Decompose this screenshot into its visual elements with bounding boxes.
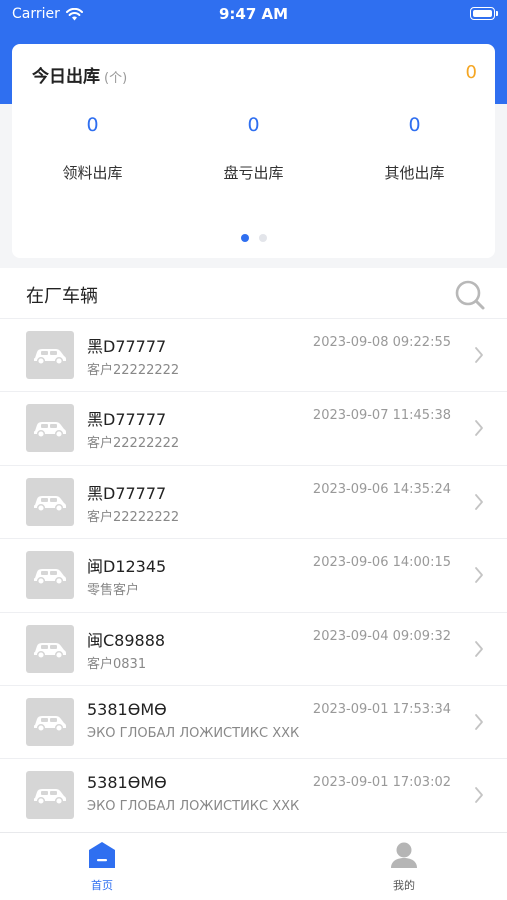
chevron-right-icon bbox=[475, 567, 483, 584]
vehicle-row[interactable]: 闽D12345 零售客户 2023-09-06 14:00:15 bbox=[0, 538, 507, 611]
tab-label: 首页 bbox=[91, 879, 113, 892]
stat-material-outbound[interactable]: 0 领料出库 bbox=[12, 114, 173, 183]
chevron-right-icon bbox=[475, 420, 483, 437]
page-indicator[interactable] bbox=[12, 234, 495, 242]
vehicle-list: 黑D77777 客户22222222 2023-09-08 09:22:55 黑D77… bbox=[0, 318, 507, 832]
chevron-right-icon bbox=[475, 714, 483, 730]
car-icon bbox=[26, 697, 74, 746]
vehicle-plate: 闽D12345 bbox=[87, 557, 167, 577]
vehicle-time: 2023-09-06 14:00:15 bbox=[312, 555, 451, 571]
home-icon bbox=[89, 842, 115, 868]
vehicle-customer: 客户22222222 bbox=[87, 436, 180, 452]
vehicle-customer: 客户0831 bbox=[87, 656, 147, 672]
stat-value: 0 bbox=[247, 114, 260, 136]
vehicle-plate: 黑D77777 bbox=[87, 410, 167, 430]
stat-value: 0 bbox=[408, 114, 421, 136]
vehicle-row[interactable]: 5381ӨМӨ ЭКО ГЛОБАЛ ЛОЖИСТИКС ХХК 2023-09-0… bbox=[0, 684, 507, 758]
page-dot-active[interactable] bbox=[240, 234, 249, 242]
stat-label: 其他出库 bbox=[384, 164, 445, 182]
vehicle-time: 2023-09-01 17:53:34 bbox=[312, 701, 451, 717]
tab-mine[interactable]: 我的 bbox=[364, 841, 444, 893]
vehicle-plate: 黑D77777 bbox=[87, 337, 167, 356]
stat-label: 盘亏出库 bbox=[223, 164, 284, 182]
vehicle-time: 2023-09-04 09:09:32 bbox=[312, 628, 451, 644]
car-icon bbox=[26, 624, 74, 673]
vehicle-time: 2023-09-06 14:35:24 bbox=[312, 481, 451, 497]
vehicle-row[interactable]: 闽C89888 客户0831 2023-09-04 09:09:32 bbox=[0, 611, 507, 685]
vehicle-customer: ЭКО ГЛОБАЛ ЛОЖИСТИКС ХХК bbox=[87, 799, 300, 815]
vehicle-customer: 零售客户 bbox=[87, 583, 140, 599]
app-screen: Carrier 9:47 AM 今日出库 (个) 0 0 领料出库 0 盘亏出库 … bbox=[0, 0, 507, 900]
car-icon bbox=[26, 404, 74, 453]
vehicles-header: 在厂车辆 bbox=[0, 268, 507, 318]
tab-label: 我的 bbox=[393, 879, 415, 892]
vehicle-row[interactable]: 黑D77777 客户22222222 2023-09-06 14:35:24 bbox=[0, 464, 507, 538]
vehicle-customer: 客户22222222 bbox=[87, 509, 180, 525]
stat-value: 0 bbox=[86, 114, 99, 136]
status-bar: Carrier 9:47 AM bbox=[0, 0, 507, 30]
vehicle-plate: 黑D77777 bbox=[87, 483, 167, 503]
vehicle-row[interactable]: 黑D77777 客户22222222 2023-09-08 09:22:55 bbox=[0, 318, 507, 391]
vehicle-row[interactable]: 5381ӨМӨ ЭКО ГЛОБАЛ ЛОЖИСТИКС ХХК 2023-09-0… bbox=[0, 758, 507, 831]
chevron-right-icon bbox=[475, 640, 483, 657]
vehicle-plate: 5381ӨМӨ bbox=[87, 773, 167, 793]
car-icon bbox=[26, 551, 74, 600]
vehicle-time: 2023-09-08 09:22:55 bbox=[312, 335, 451, 350]
summary-unit: (个) bbox=[104, 71, 128, 86]
summary-total: 0 bbox=[465, 62, 477, 83]
vehicles-title: 在厂车辆 bbox=[26, 286, 98, 307]
vehicle-plate: 5381ӨМӨ bbox=[87, 699, 167, 719]
vehicle-plate: 闽C89888 bbox=[87, 630, 166, 650]
vehicle-time: 2023-09-07 11:45:38 bbox=[312, 408, 451, 424]
vehicle-time: 2023-09-01 17:03:02 bbox=[312, 775, 451, 791]
car-icon bbox=[26, 771, 74, 820]
battery-icon bbox=[470, 7, 498, 20]
summary-title-text: 今日出库 bbox=[32, 67, 100, 87]
stat-other-outbound[interactable]: 0 其他出库 bbox=[334, 114, 495, 183]
status-time: 9:47 AM bbox=[218, 5, 289, 23]
stat-loss-outbound[interactable]: 0 盘亏出库 bbox=[173, 114, 334, 183]
car-icon bbox=[26, 477, 74, 526]
user-icon bbox=[391, 842, 417, 868]
chevron-right-icon bbox=[475, 493, 483, 510]
stat-label: 领料出库 bbox=[62, 164, 123, 182]
vehicle-customer: 客户22222222 bbox=[87, 363, 180, 378]
today-outbound-card: 今日出库 (个) 0 0 领料出库 0 盘亏出库 0 其他出库 bbox=[12, 44, 495, 258]
chevron-right-icon bbox=[475, 347, 483, 363]
summary-title: 今日出库 (个) bbox=[32, 62, 127, 87]
car-icon bbox=[26, 331, 74, 379]
tab-bar: 首页 我的 bbox=[0, 832, 507, 900]
chevron-right-icon bbox=[475, 787, 483, 804]
vehicle-row[interactable]: 黑D77777 客户22222222 2023-09-07 11:45:38 bbox=[0, 391, 507, 464]
tab-home[interactable]: 首页 bbox=[62, 841, 142, 893]
vehicles-section: 在厂车辆 黑D77777 客户22222222 2023-09-08 09:22:5… bbox=[0, 268, 507, 832]
vehicle-customer: ЭКО ГЛОБАЛ ЛОЖИСТИКС ХХК bbox=[87, 725, 300, 741]
search-icon[interactable] bbox=[453, 278, 487, 312]
page-dot[interactable] bbox=[258, 234, 267, 242]
